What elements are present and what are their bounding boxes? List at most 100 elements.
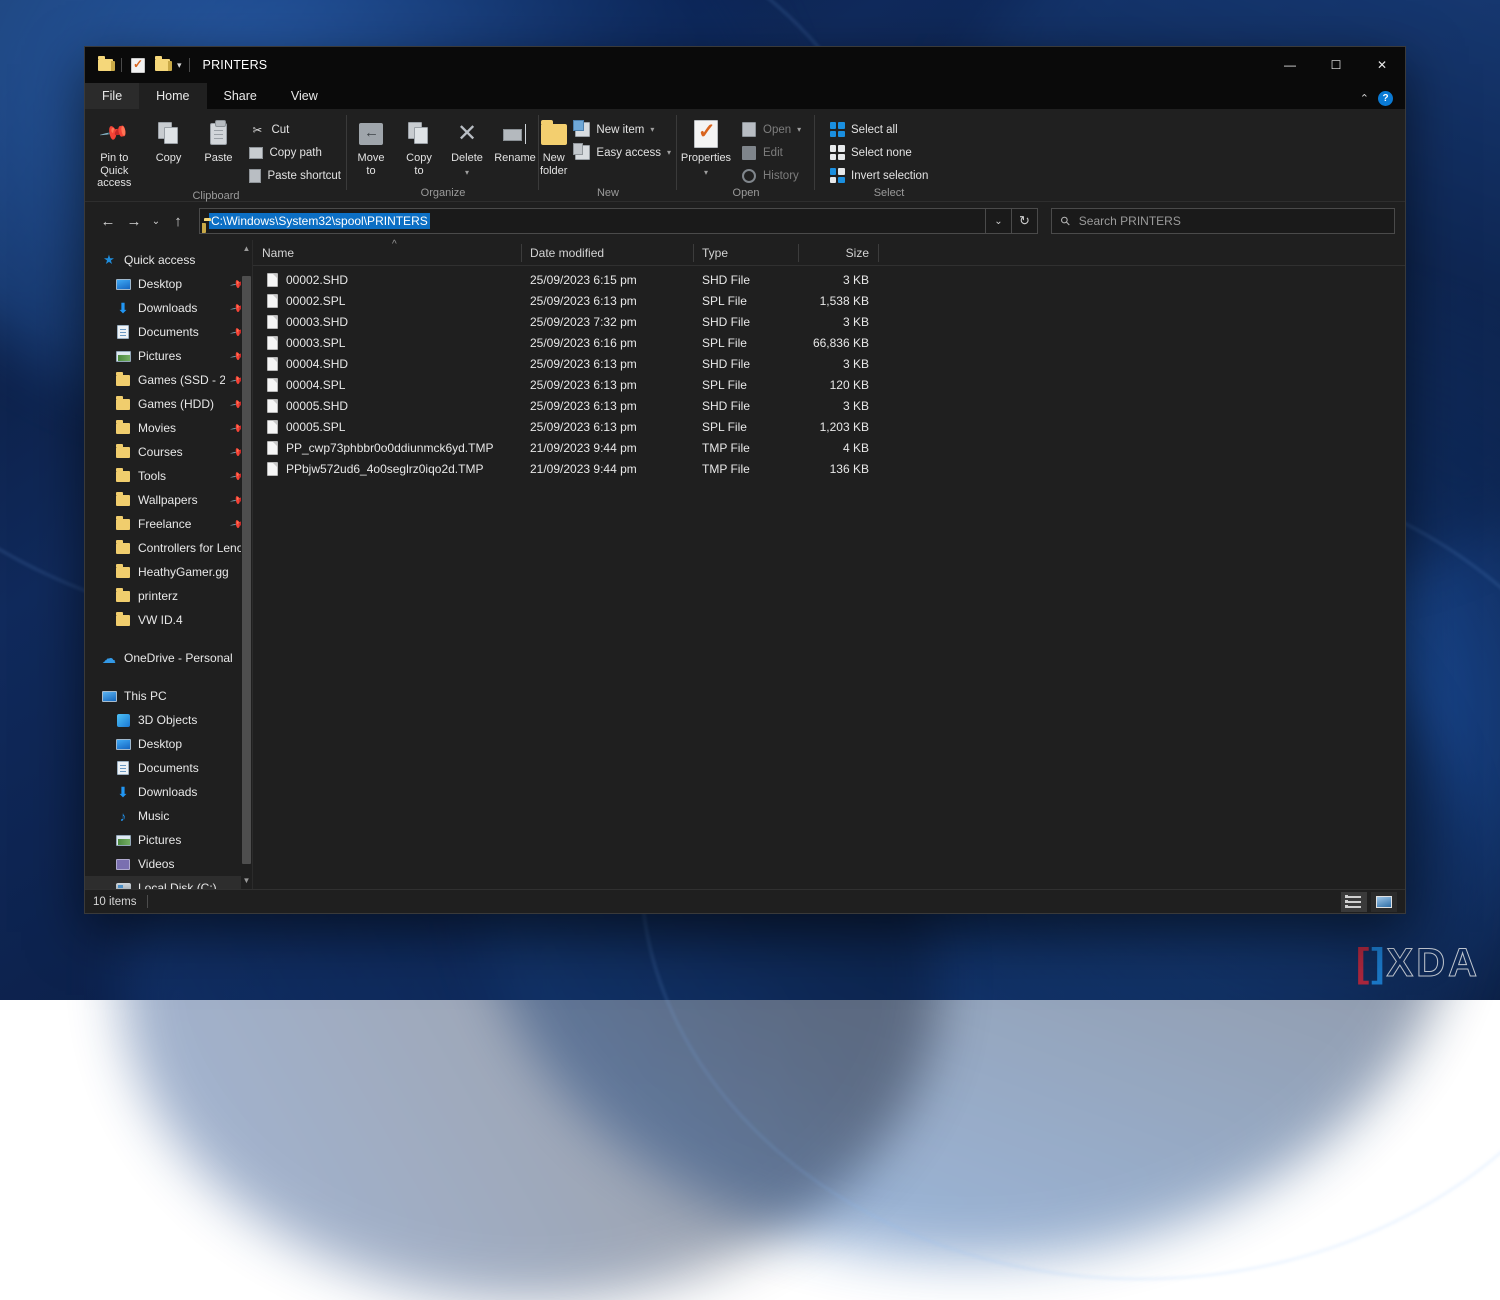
sidebar-item-3d-objects[interactable]: 3D Objects xyxy=(85,708,252,732)
sidebar-item-tools[interactable]: Tools📌 xyxy=(85,464,252,488)
sidebar-item-quick-access[interactable]: ★Quick access xyxy=(85,248,252,272)
address-dropdown-button[interactable]: ⌄ xyxy=(986,208,1012,234)
pin-to-quick-access-button[interactable]: 📌 Pin to Quick access xyxy=(85,115,144,190)
nav-scrollbar-thumb[interactable] xyxy=(242,276,251,864)
sidebar-item-freelance[interactable]: Freelance📌 xyxy=(85,512,252,536)
copy-path-button[interactable]: Copy path xyxy=(243,143,347,162)
sidebar-item-label: Pictures xyxy=(138,349,181,363)
file-date-cell: 25/09/2023 6:13 pm xyxy=(521,294,693,308)
sidebar-item-downloads[interactable]: ⬇Downloads📌 xyxy=(85,296,252,320)
sidebar-item-downloads[interactable]: ⬇Downloads xyxy=(85,780,252,804)
file-row[interactable]: PPbjw572ud6_4o0seglrz0iqo2d.TMP21/09/202… xyxy=(253,458,1405,479)
file-name-cell: 00005.SPL xyxy=(253,420,521,434)
sidebar-item-heathygamer-gg[interactable]: HeathyGamer.gg xyxy=(85,560,252,584)
properties-qat-button[interactable] xyxy=(127,54,149,76)
sidebar-item-label: Games (SSD - 2) xyxy=(138,373,225,387)
sidebar-item-label: Videos xyxy=(138,857,174,871)
minimize-button[interactable]: — xyxy=(1267,47,1313,83)
sidebar-item-pictures[interactable]: Pictures📌 xyxy=(85,344,252,368)
file-row[interactable]: 00004.SHD25/09/2023 6:13 pmSHD File3 KB xyxy=(253,353,1405,374)
sidebar-item-desktop[interactable]: Desktop xyxy=(85,732,252,756)
tab-share[interactable]: Share xyxy=(207,83,274,109)
sidebar-item-courses[interactable]: Courses📌 xyxy=(85,440,252,464)
edit-button[interactable]: Edit xyxy=(735,143,807,162)
paste-button[interactable]: Paste xyxy=(194,115,244,165)
details-view-button[interactable] xyxy=(1341,892,1367,912)
easy-access-button[interactable]: Easy access ▾ xyxy=(568,143,677,162)
copy-button[interactable]: Copy xyxy=(144,115,194,165)
recent-locations-button[interactable]: ⌄ xyxy=(147,208,165,234)
file-row[interactable]: 00002.SHD25/09/2023 6:15 pmSHD File3 KB xyxy=(253,269,1405,290)
address-input[interactable]: C:\Windows\System32\spool\PRINTERS xyxy=(199,208,986,234)
tab-file[interactable]: File xyxy=(85,83,139,109)
up-button[interactable]: ↑ xyxy=(165,208,191,234)
cut-button[interactable]: ✂ Cut xyxy=(243,120,347,139)
forward-button[interactable]: → xyxy=(121,208,147,234)
sidebar-item-pictures[interactable]: Pictures xyxy=(85,828,252,852)
sidebar-item-wallpapers[interactable]: Wallpapers📌 xyxy=(85,488,252,512)
sidebar-item-documents[interactable]: Documents📌 xyxy=(85,320,252,344)
column-header-date-modified[interactable]: Date modified xyxy=(521,240,693,266)
file-row[interactable]: 00003.SHD25/09/2023 7:32 pmSHD File3 KB xyxy=(253,311,1405,332)
file-row[interactable]: 00002.SPL25/09/2023 6:13 pmSPL File1,538… xyxy=(253,290,1405,311)
chevron-up-icon[interactable]: ⌃ xyxy=(1360,92,1369,105)
new-folder-button[interactable]: New folder xyxy=(539,115,568,177)
scroll-up-icon[interactable]: ▲ xyxy=(241,242,252,255)
sidebar-item-games-ssd-2[interactable]: Games (SSD - 2)📌 xyxy=(85,368,252,392)
file-row[interactable]: 00005.SPL25/09/2023 6:13 pmSPL File1,203… xyxy=(253,416,1405,437)
nav-scrollbar[interactable]: ▲ ▼ xyxy=(241,240,252,889)
paste-shortcut-button[interactable]: Paste shortcut xyxy=(243,166,347,185)
file-row[interactable]: 00004.SPL25/09/2023 6:13 pmSPL File120 K… xyxy=(253,374,1405,395)
help-button[interactable]: ? xyxy=(1378,91,1393,106)
refresh-button[interactable]: ↻ xyxy=(1012,208,1038,234)
back-button[interactable]: ← xyxy=(95,208,121,234)
close-button[interactable]: ✕ xyxy=(1359,47,1405,83)
watermark-bracket-left: [ xyxy=(1356,941,1365,986)
copy-to-button[interactable]: Copy to xyxy=(395,115,443,177)
large-icons-view-button[interactable] xyxy=(1371,892,1397,912)
sidebar-item-documents[interactable]: Documents xyxy=(85,756,252,780)
sidebar-item-label: Downloads xyxy=(138,785,197,799)
search-box[interactable]: ⚲ Search PRINTERS xyxy=(1051,208,1395,234)
history-button[interactable]: History xyxy=(735,166,807,185)
column-header-type[interactable]: Type xyxy=(693,240,798,266)
chevron-down-icon[interactable]: ▾ xyxy=(175,60,184,71)
properties-button[interactable]: Properties ▾ xyxy=(677,115,735,177)
tab-view[interactable]: View xyxy=(274,83,335,109)
new-folder-qat-button[interactable] xyxy=(151,54,173,76)
file-row[interactable]: 00003.SPL25/09/2023 6:16 pmSPL File66,83… xyxy=(253,332,1405,353)
sidebar-item-desktop[interactable]: Desktop📌 xyxy=(85,272,252,296)
file-size-cell: 4 KB xyxy=(798,441,878,455)
new-small-buttons: New item ▾ Easy access ▾ xyxy=(568,115,677,162)
move-to-button[interactable]: Move to xyxy=(347,115,395,177)
new-item-button[interactable]: New item ▾ xyxy=(568,120,677,139)
column-header-name[interactable]: Name ^ xyxy=(253,240,521,266)
sidebar-item-this-pc[interactable]: This PC xyxy=(85,684,252,708)
tab-home[interactable]: Home xyxy=(139,83,206,109)
chevron-down-icon[interactable]: ▾ xyxy=(667,148,671,157)
sidebar-item-onedrive-personal[interactable]: ☁OneDrive - Personal xyxy=(85,646,252,670)
select-all-button[interactable]: Select all xyxy=(823,120,934,139)
sidebar-item-movies[interactable]: Movies📌 xyxy=(85,416,252,440)
column-header-size[interactable]: Size xyxy=(798,240,878,266)
maximize-button[interactable]: ☐ xyxy=(1313,47,1359,83)
sidebar-item-videos[interactable]: Videos xyxy=(85,852,252,876)
file-row[interactable]: PP_cwp73phbbr0o0ddiunmck6yd.TMP21/09/202… xyxy=(253,437,1405,458)
sidebar-item-local-disk-c[interactable]: Local Disk (C:) xyxy=(85,876,252,889)
chevron-down-icon[interactable]: ▾ xyxy=(797,125,801,134)
invert-selection-button[interactable]: Invert selection xyxy=(823,166,934,185)
open-button[interactable]: Open ▾ xyxy=(735,120,807,139)
delete-button[interactable]: ✕ Delete ▾ xyxy=(443,115,491,177)
sidebar-item-music[interactable]: ♪Music xyxy=(85,804,252,828)
sidebar-item-printerz[interactable]: printerz xyxy=(85,584,252,608)
file-row[interactable]: 00005.SHD25/09/2023 6:13 pmSHD File3 KB xyxy=(253,395,1405,416)
rename-button[interactable]: Rename xyxy=(491,115,539,165)
select-none-button[interactable]: Select none xyxy=(823,143,934,162)
sidebar-item-games-hdd[interactable]: Games (HDD)📌 xyxy=(85,392,252,416)
chevron-down-icon[interactable]: ▾ xyxy=(704,168,708,177)
chevron-down-icon[interactable]: ▾ xyxy=(650,125,654,134)
chevron-down-icon[interactable]: ▾ xyxy=(465,168,469,177)
sidebar-item-controllers-for-leno[interactable]: Controllers for Leno xyxy=(85,536,252,560)
sidebar-item-vw-id-4[interactable]: VW ID.4 xyxy=(85,608,252,632)
scroll-down-icon[interactable]: ▼ xyxy=(241,874,252,887)
